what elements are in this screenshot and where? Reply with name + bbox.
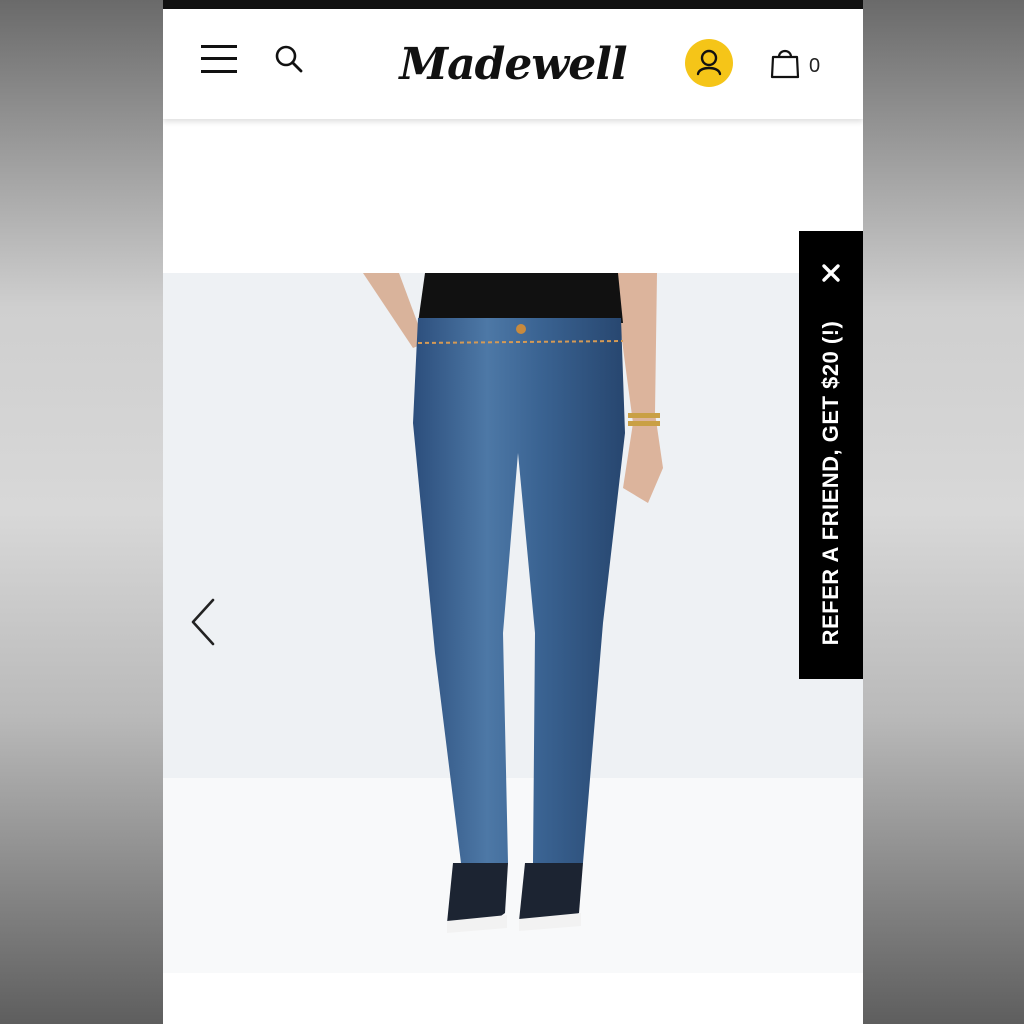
account-button[interactable] [685, 39, 733, 87]
carousel-prev-button[interactable] [185, 596, 221, 648]
menu-button[interactable] [199, 43, 239, 75]
site-header: Madewell 0 [163, 9, 863, 119]
search-icon [275, 45, 303, 73]
chevron-left-icon [191, 598, 215, 646]
hamburger-menu-icon [201, 45, 237, 73]
brand-logo[interactable]: Madewell [393, 29, 633, 99]
refer-friend-tab[interactable]: REFER A FRIEND, GET $20 (!) [799, 231, 863, 679]
refer-friend-label: REFER A FRIEND, GET $20 (!) [818, 320, 843, 646]
phone-screen: Madewell 0 REFER A FRIEND, GET $20 (!) [163, 0, 863, 1024]
backdrop-left [0, 0, 163, 1024]
bag-item-count: 0 [809, 55, 821, 77]
refer-close-button[interactable] [819, 261, 843, 285]
shopping-bag-icon [770, 49, 800, 79]
backdrop-right [863, 0, 1024, 1024]
shopping-bag-button[interactable] [769, 45, 801, 79]
search-button[interactable] [271, 41, 307, 77]
user-icon [696, 49, 722, 76]
close-icon [822, 264, 840, 282]
product-image[interactable] [163, 273, 863, 973]
status-bar [163, 0, 863, 9]
